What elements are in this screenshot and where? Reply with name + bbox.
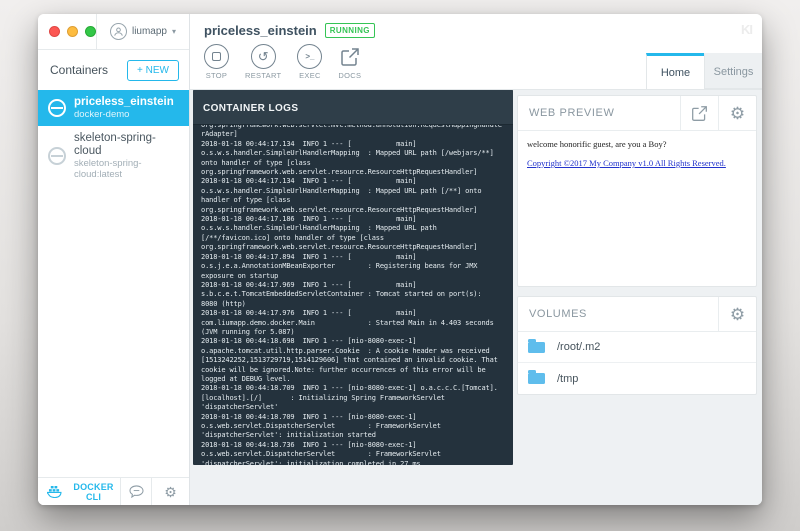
minimize-window-button[interactable] xyxy=(67,26,78,37)
volume-row-root-m2[interactable]: /root/.m2 xyxy=(518,332,756,363)
close-window-button[interactable] xyxy=(49,26,60,37)
zoom-window-button[interactable] xyxy=(85,26,96,37)
chevron-down-icon: ▾ xyxy=(172,27,176,36)
whale-icon xyxy=(47,486,62,498)
preview-greeting: welcome honorific guest, are you a Boy? xyxy=(527,139,747,149)
container-logs-panel: CONTAINER LOGS org.springframework.web.s… xyxy=(193,90,513,465)
gear-icon: ⚙ xyxy=(164,485,177,499)
main-panel: priceless_einstein RUNNING KI STOP ↺ RES… xyxy=(190,14,762,505)
volume-row-tmp[interactable]: /tmp xyxy=(518,363,756,394)
traffic-lights xyxy=(38,26,96,37)
open-preview-button[interactable] xyxy=(680,96,718,130)
page-title: priceless_einstein xyxy=(204,23,317,38)
username-label: liumapp xyxy=(132,26,167,37)
sidebar: liumapp ▾ Containers + NEW priceless_ein… xyxy=(38,14,190,505)
container-image: skeleton-spring-cloud:latest xyxy=(74,158,183,180)
right-column: WEB PREVIEW ⚙ welcome honorific guest, a… xyxy=(517,90,757,505)
volume-path: /root/.m2 xyxy=(557,341,600,353)
app-window: liumapp ▾ Containers + NEW priceless_ein… xyxy=(38,14,762,505)
tab-bar: Home Settings xyxy=(646,53,762,89)
restart-label: RESTART xyxy=(245,71,281,80)
preview-copyright-link[interactable]: Copyright ©2017 My Company v1.0 All Righ… xyxy=(527,158,726,168)
restart-button[interactable]: ↺ RESTART xyxy=(245,44,281,80)
container-icon xyxy=(48,99,66,117)
container-logs-title: CONTAINER LOGS xyxy=(203,103,298,114)
log-text: org.springframework.web.servlet.mvc.meth… xyxy=(201,125,505,465)
container-image: docker-demo xyxy=(74,109,174,120)
volumes-settings-button[interactable]: ⚙ xyxy=(718,297,756,331)
web-preview-card: WEB PREVIEW ⚙ welcome honorific guest, a… xyxy=(517,95,757,287)
sidebar-item-skeleton-spring-cloud[interactable]: skeleton-spring-cloud skeleton-spring-cl… xyxy=(38,126,189,186)
stop-icon xyxy=(204,44,229,69)
volumes-header: VOLUMES ⚙ xyxy=(518,297,756,332)
user-avatar-icon xyxy=(110,23,127,40)
user-menu[interactable]: liumapp ▾ xyxy=(96,14,189,49)
container-name: priceless_einstein xyxy=(74,96,174,109)
log-output[interactable]: org.springframework.web.servlet.mvc.meth… xyxy=(193,125,513,465)
restart-icon: ↺ xyxy=(251,44,276,69)
chat-bubble-icon xyxy=(129,485,144,498)
tab-home[interactable]: Home xyxy=(646,53,704,89)
web-preview-header: WEB PREVIEW ⚙ xyxy=(518,96,756,131)
container-icon xyxy=(48,147,66,165)
new-container-button[interactable]: + NEW xyxy=(127,60,179,81)
preview-settings-button[interactable]: ⚙ xyxy=(718,96,756,130)
status-badge: RUNNING xyxy=(325,23,375,38)
docs-label: DOCS xyxy=(338,71,361,80)
docker-cli-button[interactable]: DOCKER CLI xyxy=(38,478,120,505)
folder-icon xyxy=(528,373,545,384)
main-header: priceless_einstein RUNNING KI STOP ↺ RES… xyxy=(190,14,762,90)
terminal-icon: >_ xyxy=(297,44,322,69)
gear-icon: ⚙ xyxy=(730,306,745,323)
containers-title: Containers xyxy=(50,63,108,77)
folder-icon xyxy=(528,342,545,353)
exec-button[interactable]: >_ EXEC xyxy=(297,44,322,80)
feedback-button[interactable] xyxy=(120,478,151,505)
external-link-icon xyxy=(340,44,360,69)
container-list: priceless_einstein docker-demo skeleton-… xyxy=(38,90,189,477)
external-link-icon xyxy=(691,105,708,122)
containers-header: Containers + NEW xyxy=(38,50,189,90)
docs-button[interactable]: DOCS xyxy=(338,44,361,80)
volume-path: /tmp xyxy=(557,373,578,385)
tab-settings[interactable]: Settings xyxy=(704,53,762,89)
sidebar-item-priceless-einstein[interactable]: priceless_einstein docker-demo xyxy=(38,90,189,126)
exec-label: EXEC xyxy=(299,71,321,80)
main-content: CONTAINER LOGS org.springframework.web.s… xyxy=(190,90,762,505)
kitematic-logo: KI xyxy=(741,22,752,37)
web-preview-frame: welcome honorific guest, are you a Boy? … xyxy=(518,131,756,286)
stop-button[interactable]: STOP xyxy=(204,44,229,80)
container-logs-header: CONTAINER LOGS xyxy=(193,90,513,125)
stop-label: STOP xyxy=(206,71,227,80)
container-name: skeleton-spring-cloud xyxy=(74,132,183,158)
titlebar: liumapp ▾ xyxy=(38,14,189,50)
web-preview-title: WEB PREVIEW xyxy=(518,107,680,119)
gear-icon: ⚙ xyxy=(730,105,745,122)
sidebar-footer: DOCKER CLI ⚙ xyxy=(38,477,189,505)
volumes-title: VOLUMES xyxy=(518,308,718,320)
sidebar-settings-button[interactable]: ⚙ xyxy=(151,478,189,505)
docker-cli-label: DOCKER CLI xyxy=(67,482,120,502)
volumes-card: VOLUMES ⚙ /root/.m2 /tmp xyxy=(517,296,757,395)
